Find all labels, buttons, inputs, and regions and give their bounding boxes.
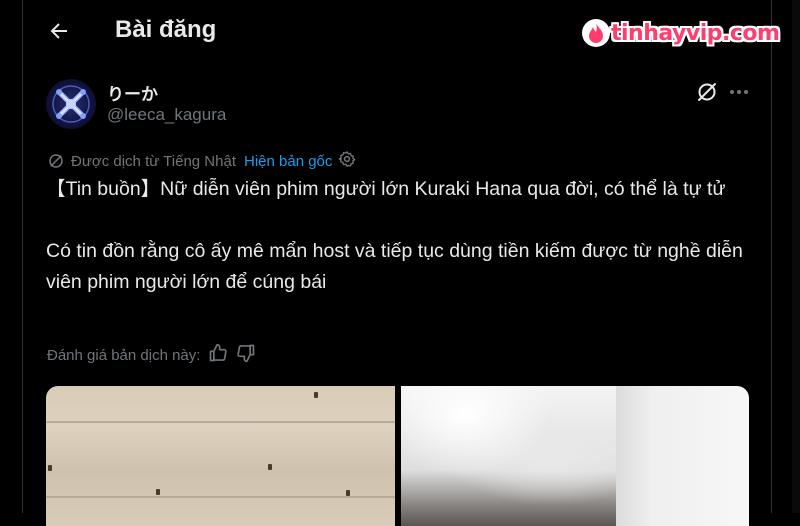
more-horizontal-icon [730, 90, 748, 94]
post-text: 【Tin buồn】Nữ diễn viên phim người lớn Ku… [46, 178, 743, 293]
shelf-edge [46, 496, 395, 498]
avatar-emblem-icon [52, 85, 90, 123]
translate-icon [49, 154, 63, 168]
rate-translation-bar: Đánh giá bản dịch này: [47, 343, 256, 367]
wall-nail [48, 465, 52, 471]
thumbs-down-button[interactable] [236, 343, 256, 367]
shelf-edge [46, 421, 395, 423]
site-watermark: tinhayvip.com [582, 16, 780, 50]
fur-texture [401, 386, 616, 526]
show-original-link[interactable]: Hiện bản gốc [244, 153, 332, 170]
arrow-left-icon [50, 23, 67, 39]
avatar[interactable] [46, 79, 96, 129]
gear-icon [338, 151, 356, 167]
back-button[interactable] [47, 19, 71, 43]
more-button[interactable] [727, 80, 751, 104]
flame-logo-icon [582, 19, 610, 47]
post-image-2[interactable] [401, 386, 749, 526]
grok-button[interactable] [695, 80, 719, 104]
page-title: Bài đăng [115, 16, 217, 43]
thumbs-up-icon [210, 343, 228, 362]
watermark-text: tinhayvip.com [611, 20, 780, 46]
user-handle[interactable]: @leeca_kagura [107, 105, 226, 125]
rate-translation-label: Đánh giá bản dịch này: [47, 346, 201, 364]
translation-bar: Được dịch từ Tiếng Nhật Hiện bản gốc [47, 150, 356, 172]
wall-nail [314, 392, 318, 398]
wall-nail [346, 490, 350, 496]
scrollbar[interactable] [792, 0, 800, 513]
post-column: Bài đăng りーか @leeca_kagura Được dịch từ … [22, 0, 772, 526]
translation-note: Được dịch từ Tiếng Nhật [71, 152, 236, 170]
wall-nail [156, 489, 160, 495]
grok-icon [698, 83, 716, 101]
post-image-1[interactable] [46, 386, 395, 526]
thumbs-up-button[interactable] [208, 343, 228, 367]
thumbs-down-icon [237, 344, 255, 363]
wall-nail [268, 464, 272, 470]
translation-settings-button[interactable] [338, 150, 356, 172]
display-name[interactable]: りーか [107, 80, 158, 105]
